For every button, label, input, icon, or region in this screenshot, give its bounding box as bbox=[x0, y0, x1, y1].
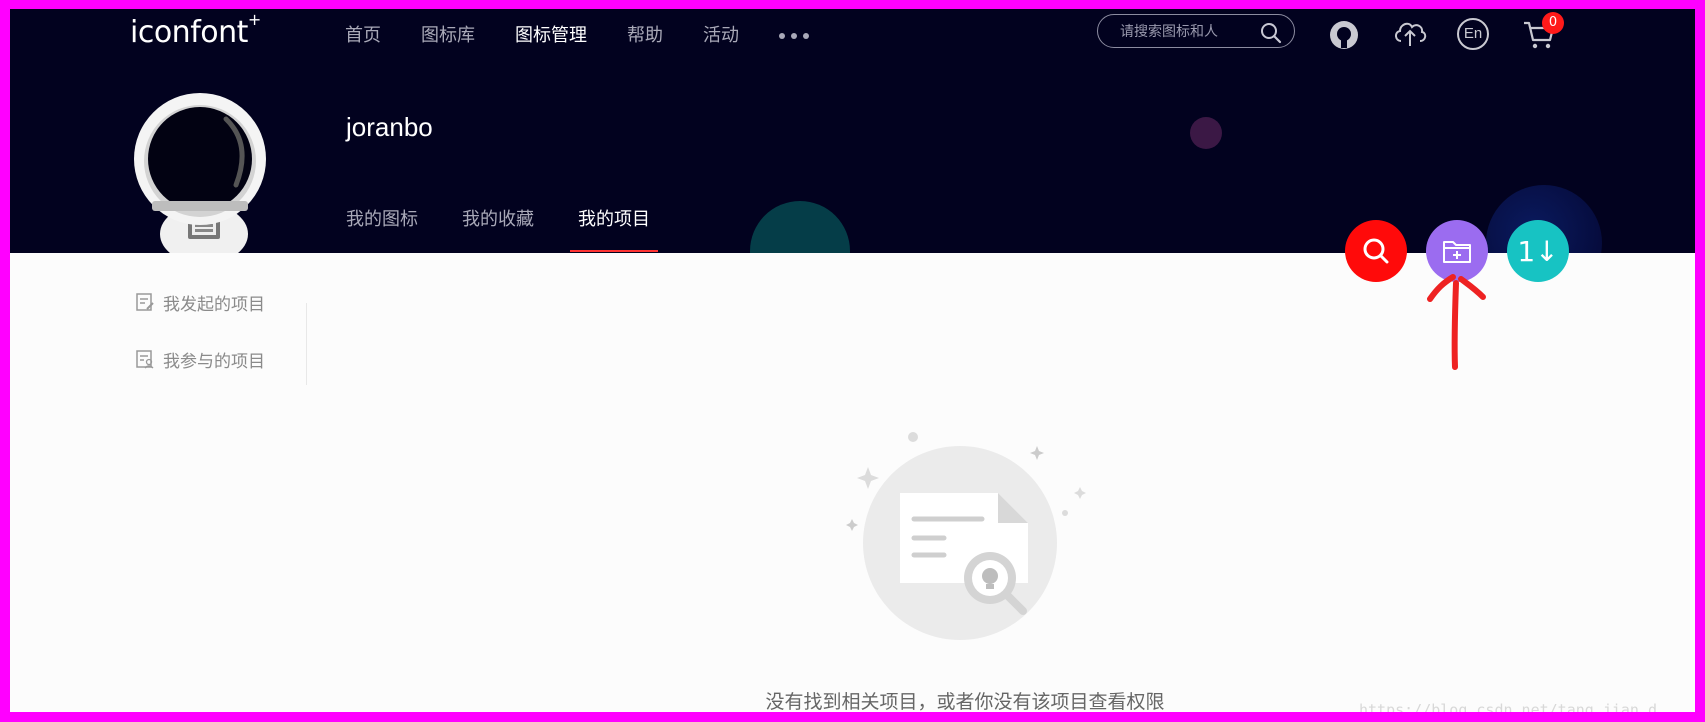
top-nav: 首页 图标库 图标管理 帮助 活动 bbox=[345, 23, 809, 49]
tab-my-icons[interactable]: 我的图标 bbox=[346, 207, 418, 233]
cart-count-badge: 0 bbox=[1542, 12, 1564, 34]
search-input[interactable] bbox=[1118, 21, 1262, 43]
search-icon bbox=[1363, 238, 1389, 264]
profile-tabs: 我的图标 我的收藏 我的项目 bbox=[346, 207, 694, 252]
folder-add-icon bbox=[1443, 241, 1471, 263]
sidebar-item-label: 我发起的项目 bbox=[163, 294, 265, 315]
sidebar-item-joined-projects[interactable]: 我参与的项目 bbox=[135, 346, 265, 372]
username: joranbo bbox=[346, 112, 433, 142]
profile-header: iconfont+ 首页 图标库 图标管理 帮助 活动 En bbox=[10, 9, 1695, 253]
iconfont-logo[interactable]: iconfont+ bbox=[130, 10, 261, 50]
empty-state-illustration bbox=[846, 432, 1086, 640]
decor-bubble bbox=[1190, 117, 1222, 149]
avatar[interactable] bbox=[134, 89, 274, 253]
logo-text: iconfont bbox=[130, 15, 248, 50]
upload-cloud-icon[interactable] bbox=[1392, 17, 1428, 49]
search-box bbox=[1097, 14, 1295, 48]
nav-icon-management[interactable]: 图标管理 bbox=[515, 23, 587, 49]
more-dots-icon[interactable] bbox=[779, 23, 809, 49]
watermark: https://blog.csdn.net/tang_jian_d bbox=[1359, 701, 1658, 712]
nav-home[interactable]: 首页 bbox=[345, 23, 381, 49]
tab-my-projects[interactable]: 我的项目 bbox=[570, 207, 658, 252]
page-frame: iconfont+ 首页 图标库 图标管理 帮助 活动 En bbox=[10, 9, 1695, 712]
project-sidebar: 我发起的项目 我参与的项目 bbox=[135, 289, 265, 403]
sidebar-divider bbox=[306, 303, 307, 385]
decor-bubble bbox=[750, 201, 850, 253]
search-icon[interactable] bbox=[1260, 22, 1282, 44]
doc-edit-icon bbox=[136, 293, 154, 311]
logo-plus: + bbox=[247, 10, 261, 29]
language-switch-icon[interactable]: En bbox=[1457, 18, 1489, 50]
sidebar-item-created-projects[interactable]: 我发起的项目 bbox=[135, 289, 265, 315]
doc-user-icon bbox=[136, 350, 154, 369]
search-project-button[interactable] bbox=[1345, 220, 1407, 282]
nav-icon-library[interactable]: 图标库 bbox=[421, 23, 475, 49]
nav-activity[interactable]: 活动 bbox=[703, 23, 739, 49]
github-icon[interactable] bbox=[1328, 19, 1360, 51]
tab-my-favorites[interactable]: 我的收藏 bbox=[462, 207, 534, 233]
empty-state-message: 没有找到相关项目，或者你没有该项目查看权限 bbox=[765, 691, 1165, 712]
sort-button[interactable]: 1↓ bbox=[1507, 220, 1569, 282]
nav-help[interactable]: 帮助 bbox=[627, 23, 663, 49]
sort-icon: 1↓ bbox=[1517, 234, 1559, 268]
annotation-arrow-icon bbox=[1427, 274, 1486, 370]
sidebar-item-label: 我参与的项目 bbox=[163, 351, 265, 372]
